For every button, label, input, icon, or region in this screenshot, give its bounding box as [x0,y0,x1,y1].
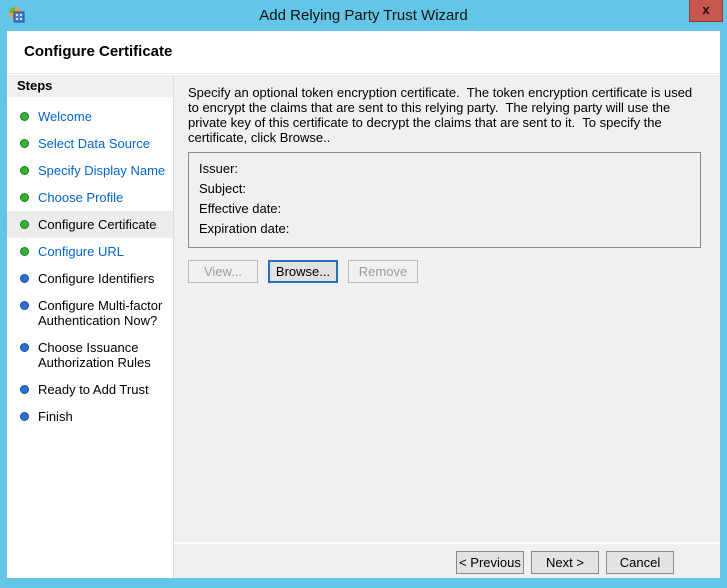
step-choose-issuance-rules: Choose Issuance Authorization Rules [7,334,173,376]
step-completed-dot-icon [20,139,29,148]
step-completed-dot-icon [20,112,29,121]
window-title: Add Relying Party Trust Wizard [259,7,468,24]
remove-button: Remove [348,260,418,283]
wizard-footer: < Previous Next > Cancel [174,542,720,578]
step-welcome[interactable]: Welcome [7,103,173,130]
wizard-window: Add Relying Party Trust Wizard x Configu… [0,0,727,588]
view-button: View... [188,260,258,283]
step-choose-profile[interactable]: Choose Profile [7,184,173,211]
certificate-details-box: Issuer: Subject: Effective date: Expirat… [188,152,701,248]
step-upcoming-dot-icon [20,412,29,421]
step-completed-dot-icon [20,247,29,256]
title-bar[interactable]: Add Relying Party Trust Wizard x [0,0,727,31]
step-configure-identifiers: Configure Identifiers [7,265,173,292]
next-button[interactable]: Next > [531,551,599,574]
page-header: Configure Certificate [7,31,720,74]
steps-list: Welcome Select Data Source Specify Displ… [7,97,173,430]
effective-date-label: Effective date: [199,200,282,216]
dialog-panel: Configure Certificate Steps Welcome Sele… [7,31,720,578]
expiration-date-label: Expiration date: [199,220,290,236]
step-upcoming-dot-icon [20,343,29,352]
previous-button[interactable]: < Previous [456,551,524,574]
step-configure-url[interactable]: Configure URL [7,238,173,265]
cancel-button[interactable]: Cancel [606,551,674,574]
step-finish: Finish [7,403,173,430]
step-completed-dot-icon [20,166,29,175]
step-upcoming-dot-icon [20,274,29,283]
step-completed-dot-icon [20,193,29,202]
page-title: Configure Certificate [24,43,173,60]
close-button[interactable]: x [689,0,723,22]
step-ready-to-add-trust: Ready to Add Trust [7,376,173,403]
step-upcoming-dot-icon [20,301,29,310]
step-configure-certificate: Configure Certificate [7,211,173,238]
steps-heading: Steps [7,75,173,97]
step-specify-display-name[interactable]: Specify Display Name [7,157,173,184]
step-current-dot-icon [20,220,29,229]
step-upcoming-dot-icon [20,385,29,394]
steps-sidebar: Steps Welcome Select Data Source Specify… [7,75,173,578]
step-select-data-source[interactable]: Select Data Source [7,130,173,157]
issuer-label: Issuer: [199,160,239,176]
instruction-text: Specify an optional token encryption cer… [188,85,696,145]
subject-label: Subject: [199,180,246,196]
step-configure-multifactor: Configure Multi-factor Authentication No… [7,292,173,334]
browse-button[interactable]: Browse... [268,260,338,283]
content-area: Specify an optional token encryption cer… [173,75,720,578]
